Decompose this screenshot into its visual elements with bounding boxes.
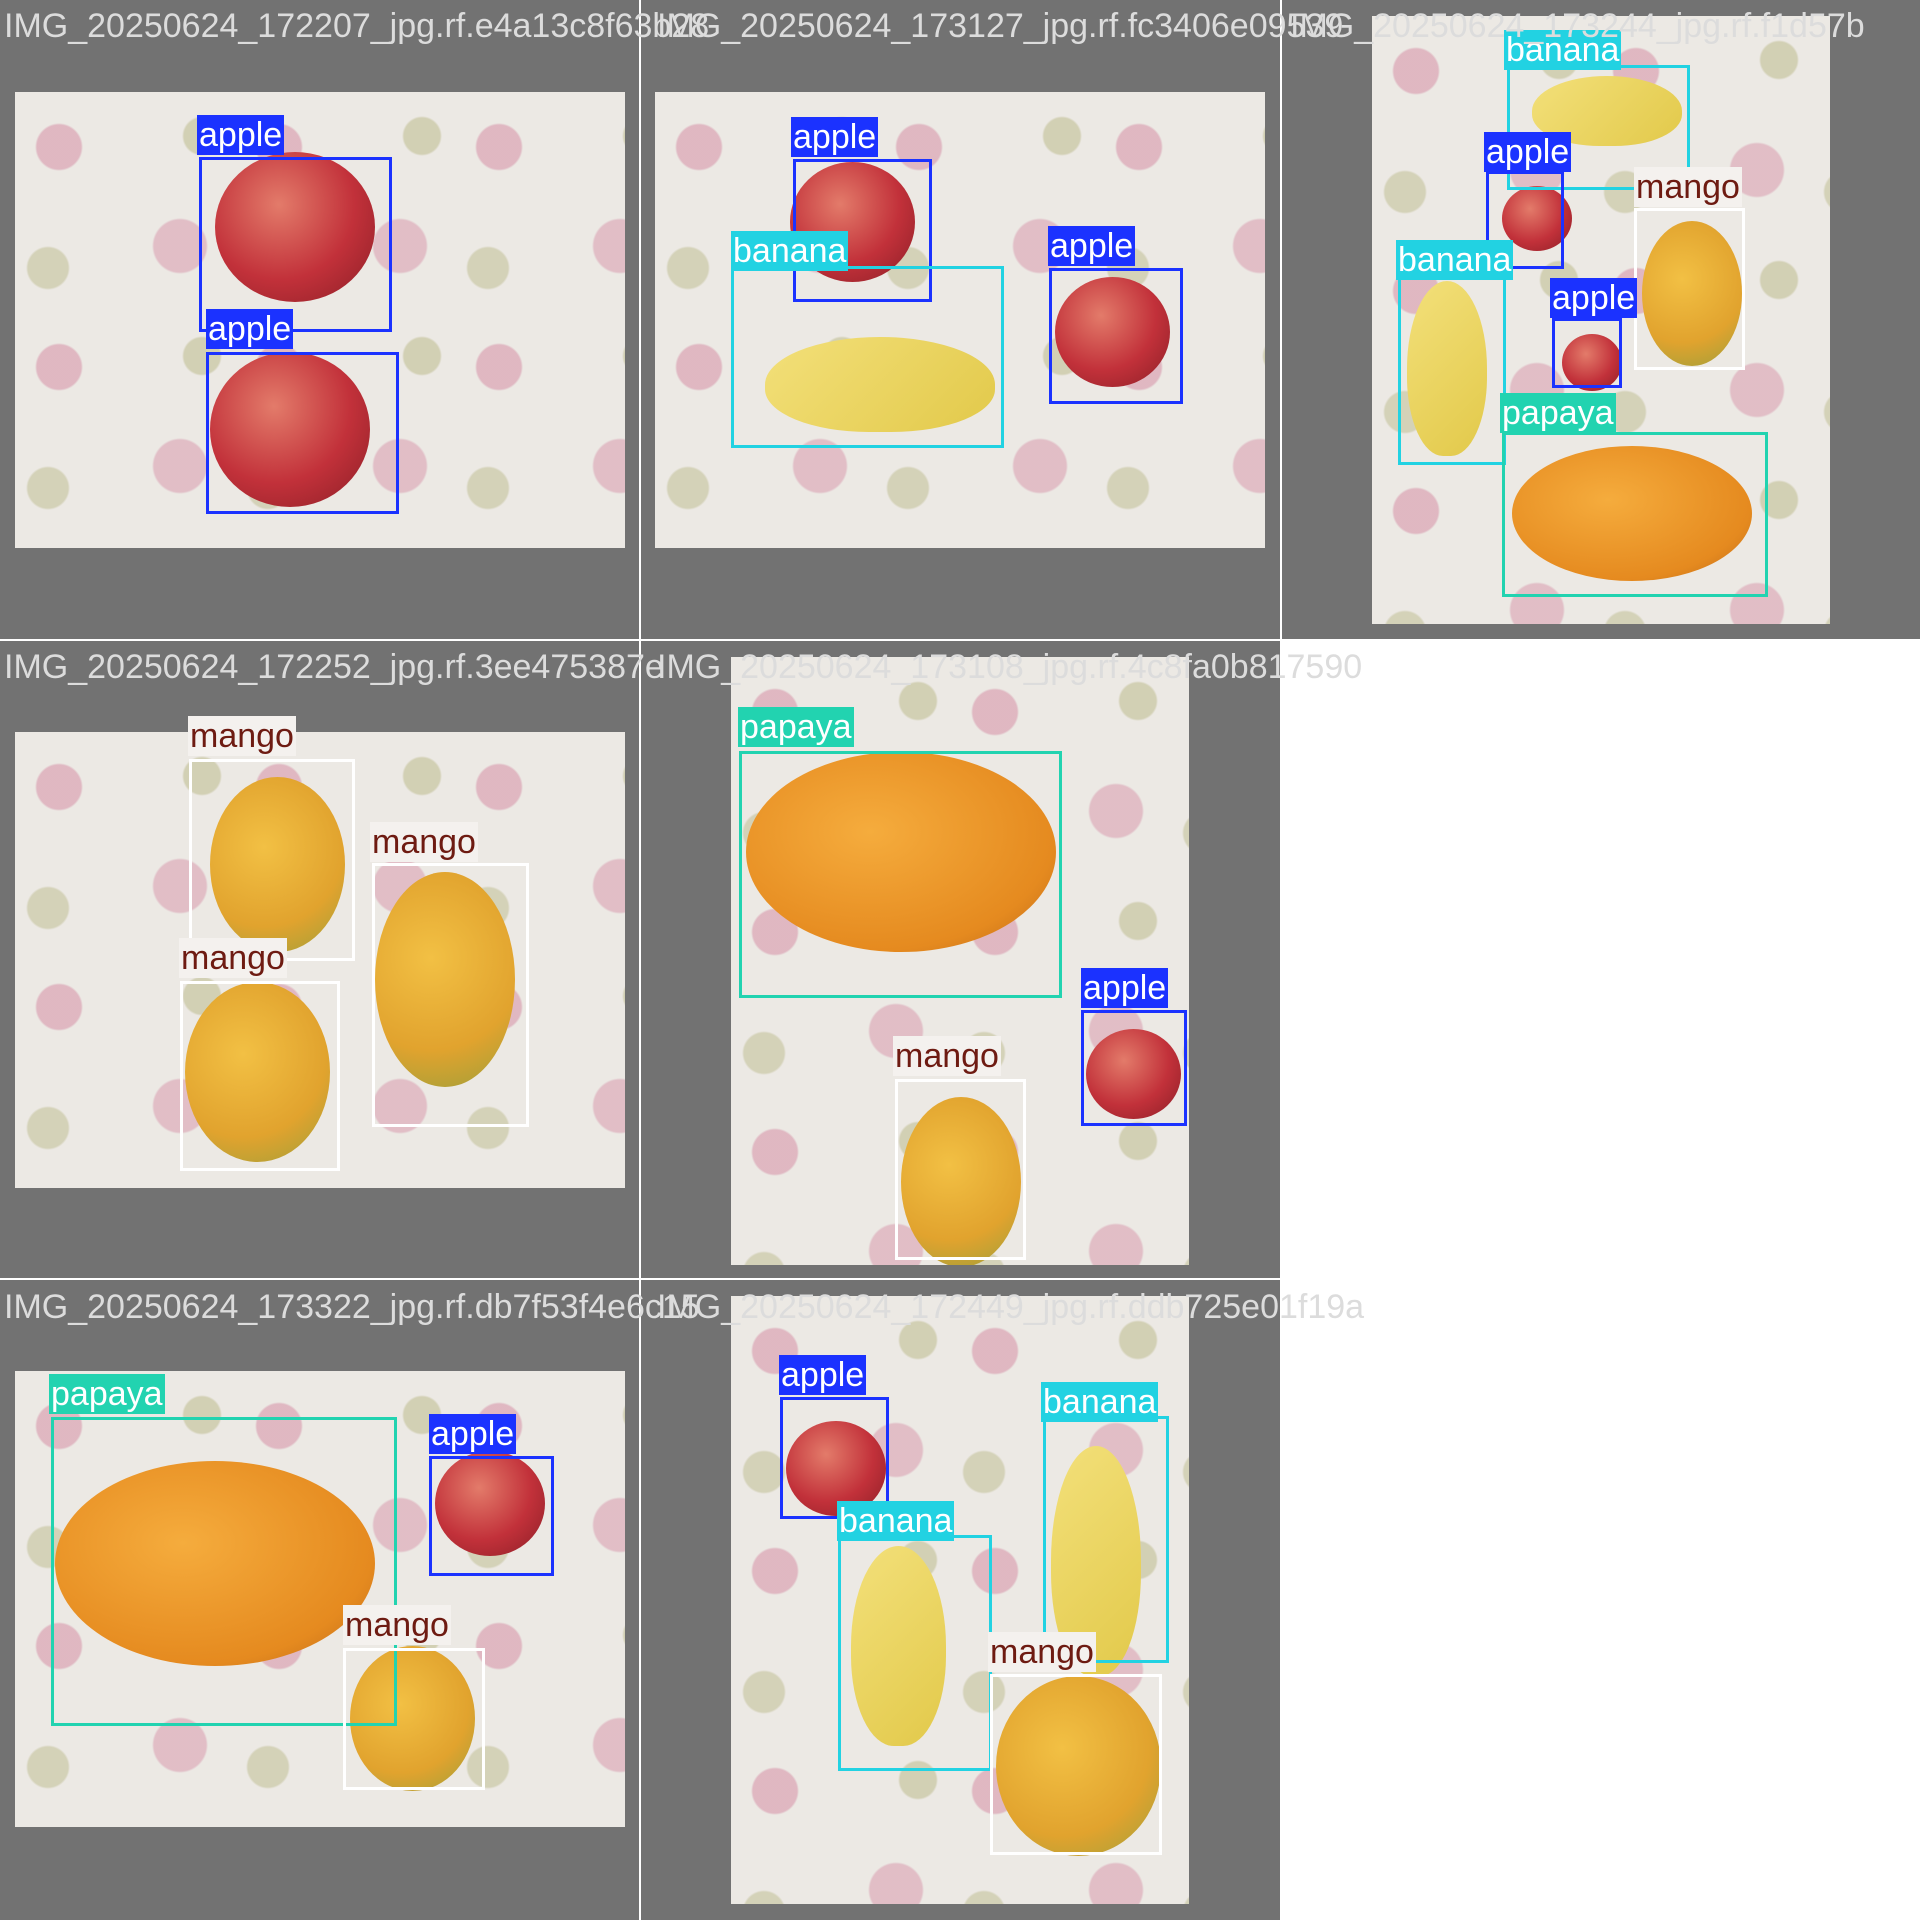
bbox-apple xyxy=(199,157,392,332)
image-filename: IMG_20250624_173108_jpg.rf.4c8fa0b817590 xyxy=(657,648,1363,686)
bbox-label: apple xyxy=(791,117,879,157)
bbox-mango xyxy=(372,863,529,1127)
bbox-banana xyxy=(731,266,1004,448)
image-filename: IMG_20250624_172449_jpg.rf.ddb725e01f19a xyxy=(657,1288,1365,1326)
bbox-apple xyxy=(1552,318,1622,388)
bbox-label: mango xyxy=(179,938,287,978)
bbox-label: apple xyxy=(1081,968,1169,1008)
bbox-label: apple xyxy=(1484,132,1572,172)
bbox-label: banana xyxy=(731,231,849,271)
bbox-mango xyxy=(343,1648,485,1790)
image-tile-7: apple banana banana mango xyxy=(641,1280,1280,1920)
bbox-label: banana xyxy=(1041,1382,1159,1422)
bbox-label: mango xyxy=(893,1036,1001,1076)
image-filename: IMG_20250624_173244_jpg.rf.f1d57b xyxy=(1290,7,1865,45)
image-tile-6: papaya apple mango xyxy=(0,1280,639,1920)
bbox-label: mango xyxy=(188,716,296,756)
image-filename: IMG_20250624_173127_jpg.rf.fc3406e09539 xyxy=(657,7,1344,45)
image-tile-1: apple apple xyxy=(0,0,639,639)
bbox-label: mango xyxy=(1634,167,1742,207)
bbox-mango xyxy=(990,1674,1162,1855)
image-tile-4: mango mango mango xyxy=(0,641,639,1278)
bbox-apple xyxy=(206,352,399,514)
bbox-label: apple xyxy=(1550,278,1638,318)
bbox-label: mango xyxy=(988,1632,1096,1672)
bbox-label: mango xyxy=(370,822,478,862)
bbox-label: papaya xyxy=(738,707,854,747)
bbox-apple xyxy=(1049,268,1183,404)
bbox-label: banana xyxy=(1396,240,1514,280)
image-filename: IMG_20250624_173322_jpg.rf.db7f53f4e6c15 xyxy=(4,1288,700,1326)
image-filename: IMG_20250624_172252_jpg.rf.3ee475387e xyxy=(4,648,664,686)
bbox-label: banana xyxy=(837,1501,955,1541)
bbox-label: papaya xyxy=(49,1374,165,1414)
bbox-apple xyxy=(429,1456,554,1576)
bbox-label: papaya xyxy=(1500,393,1616,433)
image-tile-5: papaya apple mango xyxy=(641,641,1280,1278)
bbox-papaya xyxy=(1502,432,1768,597)
image-tile-3: banana apple mango banana apple papaya xyxy=(1282,0,1920,639)
bbox-label: apple xyxy=(206,309,294,349)
bbox-mango xyxy=(180,981,340,1171)
bbox-apple xyxy=(1081,1010,1187,1126)
bbox-label: apple xyxy=(1048,226,1136,266)
bbox-mango xyxy=(895,1079,1026,1260)
image-tile-2: apple banana apple xyxy=(641,0,1280,639)
bbox-papaya xyxy=(739,751,1062,998)
image-filename: IMG_20250624_172207_jpg.rf.e4a13c8f63b28 xyxy=(4,7,710,45)
bbox-mango xyxy=(189,759,355,961)
bbox-label: apple xyxy=(197,115,285,155)
bbox-banana xyxy=(1398,273,1506,465)
bbox-label: mango xyxy=(343,1605,451,1645)
bbox-label: apple xyxy=(429,1414,517,1454)
bbox-label: apple xyxy=(779,1355,867,1395)
bbox-mango xyxy=(1634,208,1745,370)
bbox-banana xyxy=(1043,1416,1169,1663)
bbox-banana xyxy=(838,1535,992,1771)
